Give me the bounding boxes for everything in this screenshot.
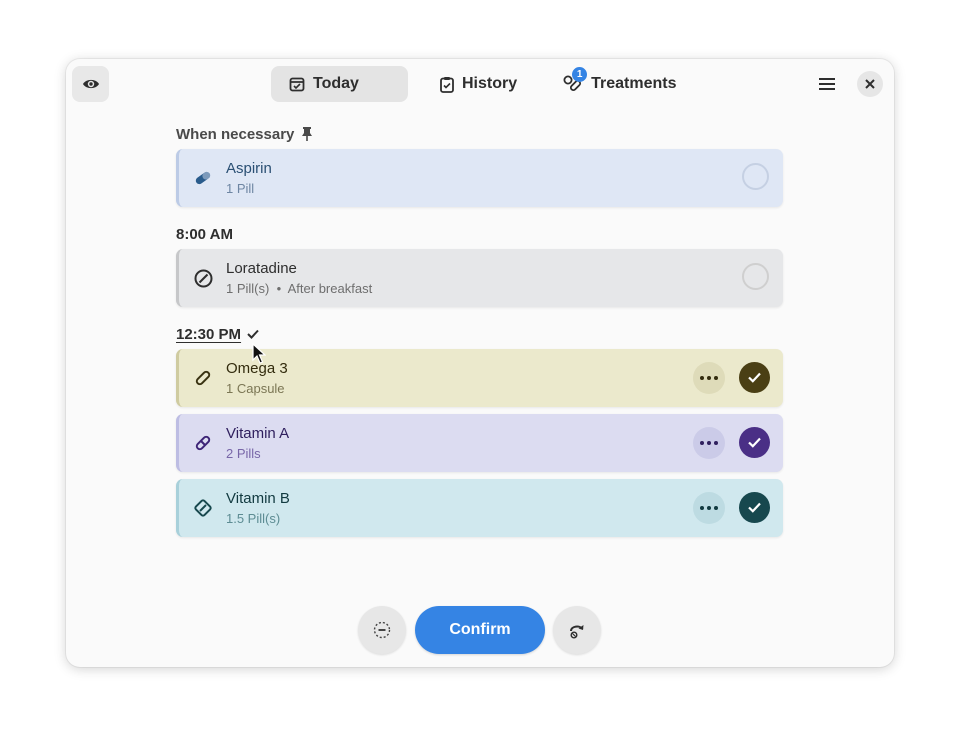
tab-today[interactable]: Today [271,66,408,102]
close-button[interactable] [857,71,883,97]
pill-icon [193,433,213,453]
more-options-button[interactable] [693,492,725,524]
medication-note: After breakfast [287,281,373,296]
skip-icon [373,621,391,639]
check-icon [748,437,761,448]
treatments-badge: 1 [572,67,588,82]
section-title-noon[interactable]: 12:30 PM [176,321,783,347]
medication-card-aspirin[interactable]: Aspirin 1 Pill [176,149,783,207]
more-icon [700,376,718,380]
section-title-when-necessary: When necessary [176,121,783,147]
medication-name: Loratadine [226,260,297,277]
medication-list: When necessary Aspirin 1 Pill 8:00 AM Lo… [176,121,783,537]
reschedule-button[interactable] [553,606,601,654]
take-checkbox[interactable] [742,163,769,190]
more-icon [700,506,718,510]
eye-icon [82,79,99,89]
clipboard-icon [440,76,454,93]
medication-dose: 1.5 Pill(s) [226,511,281,526]
pill-icon [193,168,213,188]
more-options-button[interactable] [693,362,725,394]
medication-name: Vitamin A [226,425,290,442]
taken-check-button[interactable] [739,362,770,393]
mouse-cursor-icon [252,343,266,364]
show-hide-button[interactable] [72,66,109,102]
section-title-label: 12:30 PM [176,325,242,343]
medication-details: 1 Pill(s) • After breakfast [226,281,372,297]
view-switcher: Today History 1 Treatments [271,66,695,102]
medication-card-vitamin-a[interactable]: Vitamin A 2 Pills [176,414,783,472]
close-icon [865,79,875,89]
tab-treatments-label: Treatments [591,75,677,92]
medication-name: Vitamin B [226,490,290,507]
pin-icon [302,127,313,141]
capsule-icon [193,368,213,388]
tablet-icon [193,498,213,518]
medication-name: Aspirin [226,160,272,177]
section-title-label: 8:00 AM [176,225,233,243]
header-bar: Today History 1 Treatments [66,59,894,109]
tab-today-label: Today [313,75,359,92]
check-icon [748,372,761,383]
tab-treatments[interactable]: 1 Treatments [545,66,694,102]
section-title-label: When necessary [176,125,295,143]
medication-dose: 1 Pill [226,181,255,196]
medication-dose: 1 Capsule [226,381,285,396]
medication-dose: 1 Pill(s) [226,281,270,296]
confirm-button[interactable]: Confirm [415,606,545,654]
checkmark-icon [247,329,259,339]
main-menu-button[interactable] [810,66,844,102]
app-window: Today History 1 Treatments When necessar… [66,59,894,667]
tab-history-label: History [462,75,518,92]
tab-history[interactable]: History [422,66,535,102]
calendar-icon [289,77,305,92]
medication-card-vitamin-b[interactable]: Vitamin B 1.5 Pill(s) [176,479,783,537]
section-title-morning: 8:00 AM [176,221,783,247]
tablet-icon [193,268,213,288]
taken-check-button[interactable] [739,492,770,523]
hamburger-icon [819,78,835,90]
check-icon [748,502,761,513]
medication-card-loratadine[interactable]: Loratadine 1 Pill(s) • After breakfast [176,249,783,307]
more-options-button[interactable] [693,427,725,459]
take-checkbox[interactable] [742,263,769,290]
taken-check-button[interactable] [739,427,770,458]
separator-dot: • [272,281,288,296]
action-bar: Confirm [358,606,602,656]
redo-icon [570,625,584,639]
more-icon [700,441,718,445]
skip-button[interactable] [358,606,406,654]
medication-dose: 2 Pills [226,446,261,461]
medication-card-omega-3[interactable]: Omega 3 1 Capsule [176,349,783,407]
